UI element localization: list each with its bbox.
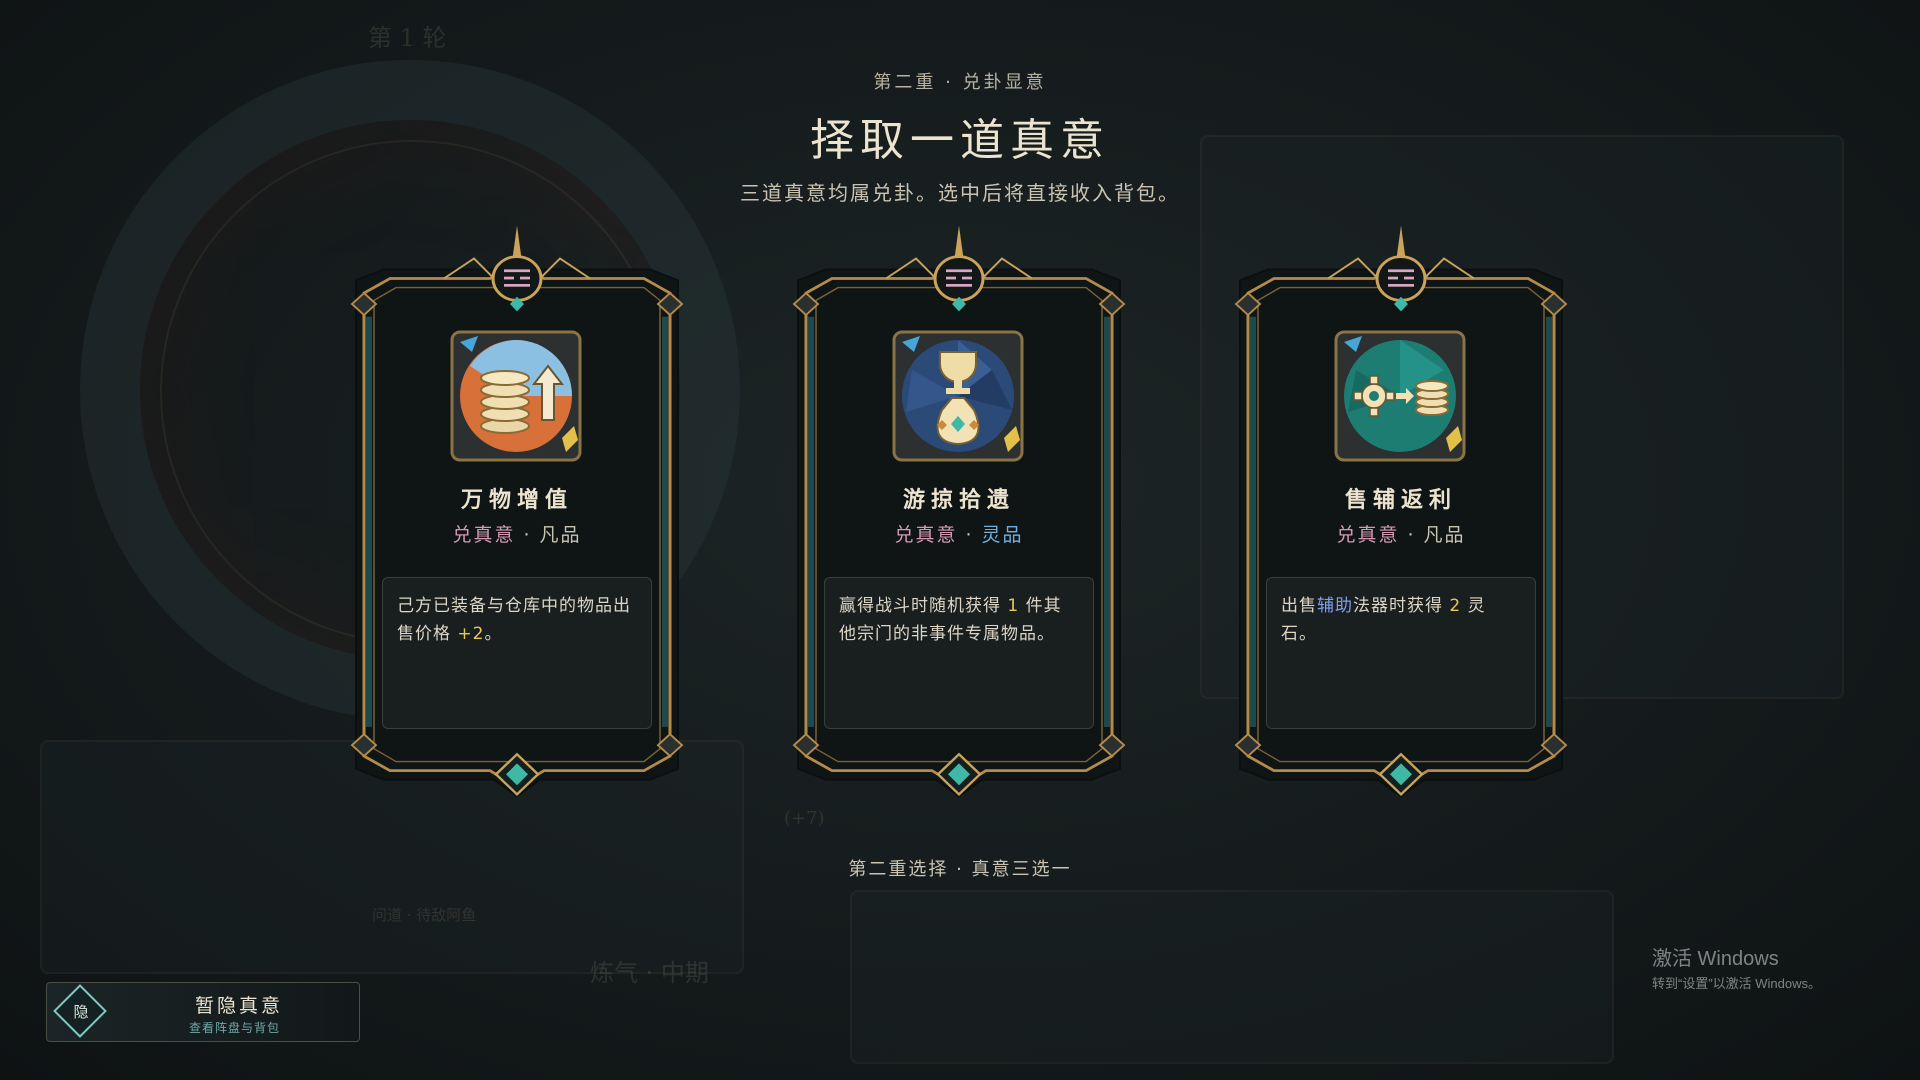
card-tags: 兑真意 · 灵品 — [786, 520, 1132, 547]
card-description: 己方已装备与仓库中的物品出售价格 +2。 — [382, 577, 652, 729]
desc-text: 己方已装备与仓库中的物品出售价格 — [397, 596, 631, 644]
desc-text: 。 — [484, 624, 503, 644]
card-title: 万物增值 — [460, 487, 573, 513]
tag-separator: · — [1407, 524, 1416, 546]
card-tags: 兑真意 · 凡品 — [1228, 520, 1574, 547]
card-type: 兑真意 — [894, 524, 958, 546]
gear-to-coins-icon — [1334, 330, 1466, 462]
desc-text: 法器时获得 — [1353, 596, 1450, 616]
windows-activation-watermark: 激活 Windows 转到“设置”以激活 Windows。 — [1652, 942, 1821, 992]
hide-truth-button[interactable]: 隐 暂隐真意 查看阵盘与背包 — [46, 982, 360, 1042]
card-rarity: 凡品 — [539, 524, 582, 546]
coins-arrow-up-icon — [450, 330, 582, 462]
watermark-subtitle: 转到“设置”以激活 Windows。 — [1652, 976, 1822, 991]
hide-glyph: 隐 — [73, 1003, 89, 1021]
background-status-label: 问道 · 待敌阿鱼 — [372, 906, 477, 924]
card-description: 出售辅助法器时获得 2 灵石。 — [1266, 577, 1536, 729]
hide-button-sublabel: 查看阵盘与背包 — [189, 1021, 281, 1035]
card-title: 售辅返利 — [1344, 487, 1457, 513]
tag-separator: · — [965, 524, 974, 546]
card-type: 兑真意 — [1336, 524, 1400, 546]
desc-keyword-link[interactable]: 辅助 — [1317, 596, 1353, 616]
background-plus-label: (+7) — [784, 808, 825, 829]
truth-card-2[interactable]: 游掠拾遗 兑真意 · 灵品 赢得战斗时随机获得 1 件其他宗门的非事件专属物品。 — [786, 222, 1132, 798]
background-realm-label: 炼气 · 中期 — [590, 959, 709, 987]
desc-text: 赢得战斗时随机获得 — [839, 596, 1008, 616]
card-rarity: 灵品 — [981, 524, 1024, 546]
hide-button-label: 暂隐真意 — [195, 995, 284, 1017]
card-type: 兑真意 — [452, 524, 516, 546]
selection-note: 第二重选择 · 真意三选一 — [848, 859, 1072, 880]
desc-text: 出售 — [1281, 596, 1317, 616]
card-tags: 兑真意 · 凡品 — [344, 520, 690, 547]
desc-number: 1 — [1007, 596, 1020, 616]
desc-number: 2 — [1449, 596, 1462, 616]
watermark-title: 激活 Windows — [1652, 948, 1779, 970]
page-description: 三道真意均属兑卦。选中后将直接收入背包。 — [740, 181, 1180, 205]
card-title: 游掠拾遗 — [902, 487, 1015, 513]
desc-number: +2 — [457, 624, 485, 644]
truth-card-1[interactable]: 万物增值 兑真意 · 凡品 己方已装备与仓库中的物品出售价格 +2。 — [344, 222, 690, 798]
stage-subtitle: 第二重 · 兑卦显意 — [873, 72, 1047, 93]
truth-card-3[interactable]: 售辅返利 兑真意 · 凡品 出售辅助法器时获得 2 灵石。 — [1228, 222, 1574, 798]
card-description: 赢得战斗时随机获得 1 件其他宗门的非事件专属物品。 — [824, 577, 1094, 729]
page-title: 择取一道真意 — [810, 115, 1110, 166]
background-bottom-panel — [850, 890, 1614, 1064]
background-round-label: 第 1 轮 — [368, 24, 447, 52]
card-rarity: 凡品 — [1423, 524, 1466, 546]
tag-separator: · — [523, 524, 532, 546]
trophy-loot-bag-icon — [892, 330, 1024, 462]
